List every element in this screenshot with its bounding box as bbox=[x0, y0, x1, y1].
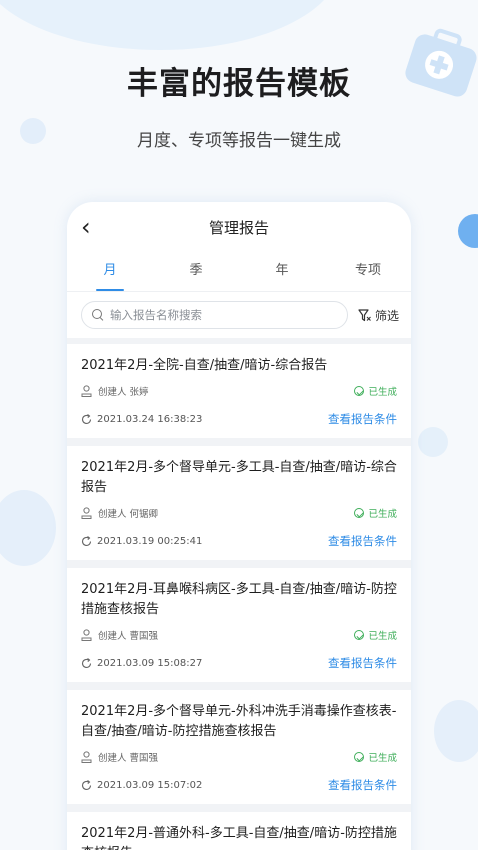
search-icon bbox=[92, 309, 104, 321]
report-card[interactable]: 2021年2月-全院-自查/抽查/暗访-综合报告 创建人 张婷 已生成 2021… bbox=[67, 344, 411, 438]
creator-label: 创建人 何锯卿 bbox=[98, 509, 159, 520]
hero-subtitle: 月度、专项等报告一键生成 bbox=[137, 131, 341, 151]
view-conditions-link[interactable]: 查看报告条件 bbox=[328, 777, 397, 793]
background-blob bbox=[0, 0, 340, 50]
status-label: 已生成 bbox=[368, 753, 397, 764]
search-input[interactable]: 输入报告名称搜索 bbox=[81, 301, 348, 329]
period-tabs: 月 季 年 专项 bbox=[67, 252, 411, 292]
report-card[interactable]: 2021年2月-多个督导单元-外科冲洗手消毒操作查核表-自查/抽查/暗访-防控措… bbox=[67, 690, 411, 804]
tab-special[interactable]: 专项 bbox=[325, 252, 411, 291]
created-time: 2021.03.24 16:38:23 bbox=[97, 413, 203, 425]
created-time: 2021.03.09 15:07:02 bbox=[97, 779, 203, 791]
decor-circle bbox=[418, 427, 448, 457]
user-icon bbox=[81, 385, 92, 397]
refresh-icon bbox=[81, 413, 92, 424]
report-card[interactable]: 2021年2月-多个督导单元-多工具-自查/抽查/暗访-综合报告 创建人 何锯卿… bbox=[67, 446, 411, 560]
refresh-icon bbox=[81, 779, 92, 790]
user-icon bbox=[81, 629, 92, 641]
creator-label: 创建人 曹国强 bbox=[98, 631, 159, 642]
check-circle-icon bbox=[354, 752, 365, 762]
report-card[interactable]: 2021年2月-耳鼻喉科病区-多工具-自查/抽查/暗访-防控措施查核报告 创建人… bbox=[67, 568, 411, 682]
chart-decor-icon bbox=[0, 490, 56, 566]
refresh-icon bbox=[81, 657, 92, 668]
view-conditions-link[interactable]: 查看报告条件 bbox=[328, 411, 397, 427]
created-time: 2021.03.09 15:08:27 bbox=[97, 657, 203, 669]
search-row: 输入报告名称搜索 筛选 bbox=[67, 292, 411, 338]
status-badge: 已生成 bbox=[354, 750, 397, 764]
page-title: 管理报告 bbox=[208, 218, 269, 237]
gear-decor-icon bbox=[434, 700, 478, 762]
filter-label: 筛选 bbox=[374, 308, 399, 323]
status-badge: 已生成 bbox=[354, 628, 397, 642]
decor-dot bbox=[458, 214, 478, 248]
phone-screen: ‹ 管理报告 月 季 年 专项 输入报告名称搜索 筛选 2021年2月-全院-自… bbox=[67, 202, 411, 850]
filter-icon bbox=[358, 308, 371, 321]
status-label: 已生成 bbox=[368, 509, 397, 520]
report-title: 2021年2月-耳鼻喉科病区-多工具-自查/抽查/暗访-防控措施查核报告 bbox=[81, 582, 397, 617]
report-title: 2021年2月-多个督导单元-多工具-自查/抽查/暗访-综合报告 bbox=[81, 460, 397, 495]
user-icon bbox=[81, 507, 92, 519]
report-title: 2021年2月-普通外科-多工具-自查/抽查/暗访-防控措施查核报告 bbox=[81, 826, 397, 850]
tab-month[interactable]: 月 bbox=[67, 252, 153, 291]
hero-title: 丰富的报告模板 bbox=[127, 66, 351, 102]
nav-bar: ‹ 管理报告 bbox=[67, 202, 411, 252]
creator-label: 创建人 张婷 bbox=[98, 387, 149, 398]
back-arrow-icon[interactable]: ‹ bbox=[81, 215, 99, 239]
report-title: 2021年2月-多个督导单元-外科冲洗手消毒操作查核表-自查/抽查/暗访-防控措… bbox=[81, 704, 397, 739]
creator-label: 创建人 曹国强 bbox=[98, 753, 159, 764]
status-label: 已生成 bbox=[368, 387, 397, 398]
status-badge: 已生成 bbox=[354, 506, 397, 520]
tab-quarter[interactable]: 季 bbox=[153, 252, 239, 291]
status-badge: 已生成 bbox=[354, 384, 397, 398]
view-conditions-link[interactable]: 查看报告条件 bbox=[328, 655, 397, 671]
report-list: 2021年2月-全院-自查/抽查/暗访-综合报告 创建人 张婷 已生成 2021… bbox=[67, 338, 411, 850]
report-title: 2021年2月-全院-自查/抽查/暗访-综合报告 bbox=[81, 358, 328, 373]
refresh-icon bbox=[81, 535, 92, 546]
report-card[interactable]: 2021年2月-普通外科-多工具-自查/抽查/暗访-防控措施查核报告 bbox=[67, 812, 411, 850]
check-circle-icon bbox=[354, 508, 365, 518]
user-icon bbox=[81, 751, 92, 763]
created-time: 2021.03.19 00:25:41 bbox=[97, 535, 203, 547]
filter-button[interactable]: 筛选 bbox=[358, 307, 399, 324]
check-circle-icon bbox=[354, 386, 365, 396]
check-circle-icon bbox=[354, 630, 365, 640]
status-label: 已生成 bbox=[368, 631, 397, 642]
view-conditions-link[interactable]: 查看报告条件 bbox=[328, 533, 397, 549]
search-placeholder: 输入报告名称搜索 bbox=[110, 308, 202, 322]
tab-year[interactable]: 年 bbox=[239, 252, 325, 291]
